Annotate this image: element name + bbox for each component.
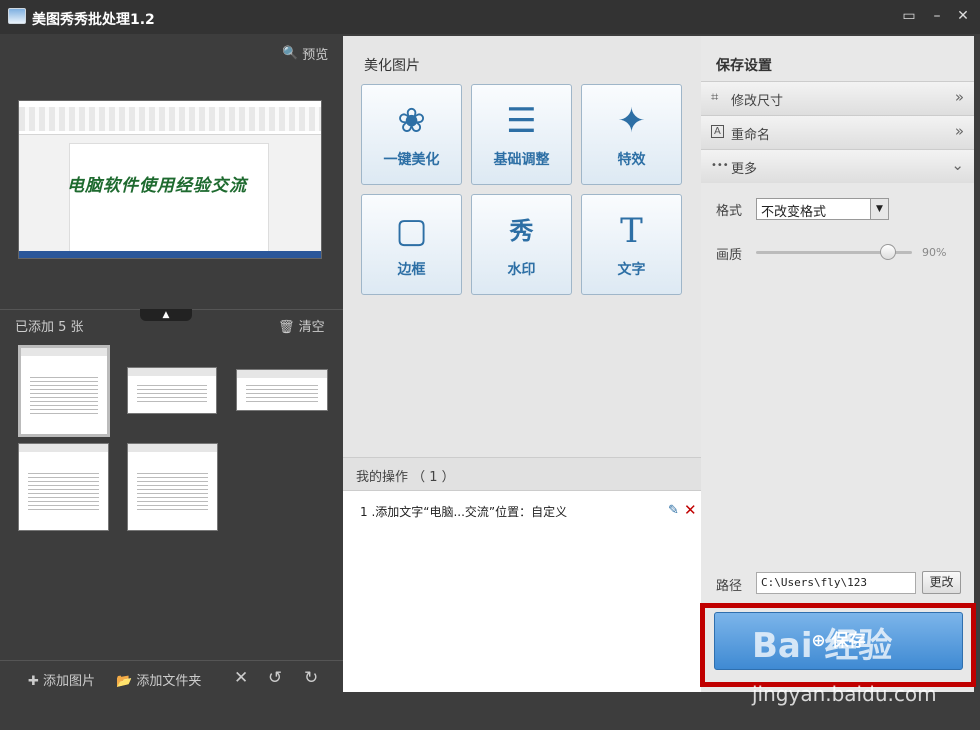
beautify-title: 美化图片	[364, 58, 420, 74]
tool-one-click-beautify[interactable]: ❀ 一键美化	[361, 84, 462, 185]
thumbnail[interactable]	[18, 443, 109, 531]
section-label: 更多	[731, 162, 758, 177]
preview-button[interactable]: 🔍 预览	[282, 44, 328, 63]
tool-label: 边框	[397, 262, 426, 278]
chevron-right-icon: »	[954, 122, 964, 140]
quality-value: 90%	[922, 246, 947, 259]
quality-label: 画质	[716, 248, 743, 263]
section-rename[interactable]: A 重命名 »	[701, 115, 974, 149]
word-statusbar	[19, 251, 321, 258]
dropdown-arrow-icon: ▼	[870, 199, 888, 219]
chevron-down-icon: ⌄	[951, 156, 964, 174]
add-folder-label: 添加文件夹	[136, 674, 202, 689]
add-image-button[interactable]: ✚ 添加图片	[28, 670, 95, 689]
watermark-url: jingyan.baidu.com	[752, 682, 937, 706]
add-folder-button[interactable]: 📂 添加文件夹	[116, 670, 201, 689]
tool-label: 特效	[617, 152, 646, 168]
app-icon	[8, 8, 26, 24]
format-label: 格式	[716, 204, 743, 219]
close-icon[interactable]: ✕	[952, 7, 974, 25]
magic-wand-icon: ✦	[617, 101, 646, 141]
tool-label: 文字	[617, 262, 646, 278]
operations-list	[343, 491, 701, 692]
tool-frame[interactable]: ▢ 边框	[361, 194, 462, 295]
frame-icon: ▢	[395, 211, 428, 251]
tool-text[interactable]: T 文字	[581, 194, 682, 295]
preview-image: 电脑软件使用经验交流	[18, 100, 322, 259]
preview-label: 预览	[302, 48, 329, 63]
add-image-label: 添加图片	[43, 674, 96, 689]
crop-icon: ⌗	[711, 90, 719, 105]
section-label: 修改尺寸	[731, 94, 784, 109]
feedback-icon[interactable]: ▭	[898, 7, 920, 25]
tool-basic-adjust[interactable]: ☰ 基础调整	[471, 84, 572, 185]
word-page	[69, 143, 269, 253]
plus-icon: ✚	[28, 674, 39, 689]
thumbnail[interactable]	[18, 345, 110, 437]
tool-effects[interactable]: ✦ 特效	[581, 84, 682, 185]
watermark-brand: Bai 经验	[752, 626, 893, 666]
trash-icon: 🗑	[278, 320, 295, 335]
watermark-icon: 秀	[509, 217, 534, 245]
tulip-icon: ❀	[397, 101, 426, 141]
word-ribbon	[19, 101, 321, 135]
section-label: 重命名	[731, 128, 771, 143]
save-settings-title: 保存设置	[716, 58, 772, 74]
minimize-icon[interactable]: –	[926, 7, 948, 25]
folder-icon: 📂	[116, 674, 133, 689]
text-icon: T	[620, 211, 643, 251]
format-value: 不改变格式	[761, 205, 827, 220]
section-resize[interactable]: ⌗ 修改尺寸 »	[701, 81, 974, 115]
section-more[interactable]: ••• 更多 ⌄	[701, 149, 974, 183]
path-label: 路径	[716, 579, 743, 594]
thumbnail[interactable]	[236, 369, 328, 411]
thumbnail[interactable]	[127, 443, 218, 531]
magnifier-icon: 🔍	[282, 46, 299, 61]
path-input[interactable]: C:\Users\fly\123	[756, 572, 916, 594]
preview-text: 电脑软件使用经验交流	[67, 176, 247, 196]
rename-icon: A	[711, 125, 724, 138]
list-item[interactable]: 1 .添加文字“电脑...交流”位置：自定义	[360, 503, 567, 520]
sliders-icon: ☰	[506, 101, 537, 141]
rotate-right-icon[interactable]: ↻	[304, 668, 318, 688]
tool-watermark[interactable]: 秀 水印	[471, 194, 572, 295]
more-icon: •••	[711, 160, 729, 171]
edit-icon[interactable]: ✎	[668, 503, 679, 518]
tool-label: 水印	[507, 262, 536, 278]
delete-icon[interactable]: ✕	[684, 501, 697, 519]
collapse-toggle[interactable]: ▲	[140, 309, 192, 321]
format-select[interactable]: 不改变格式 ▼	[756, 198, 889, 220]
rotate-left-icon[interactable]: ↺	[268, 668, 282, 688]
clear-label: 清空	[298, 320, 325, 335]
clear-button[interactable]: 🗑 清空	[278, 316, 325, 335]
remove-icon[interactable]: ✕	[234, 668, 248, 688]
added-count: 已添加 5 张	[15, 320, 84, 335]
tool-label: 一键美化	[383, 152, 440, 168]
change-path-button[interactable]: 更改	[922, 571, 961, 594]
tool-label: 基础调整	[493, 152, 550, 168]
window-title: 美图秀秀批处理1.2	[32, 12, 155, 28]
operations-title: 我的操作 （ 1 ）	[356, 470, 455, 485]
chevron-right-icon: »	[954, 88, 964, 106]
thumbnail[interactable]	[127, 367, 217, 414]
